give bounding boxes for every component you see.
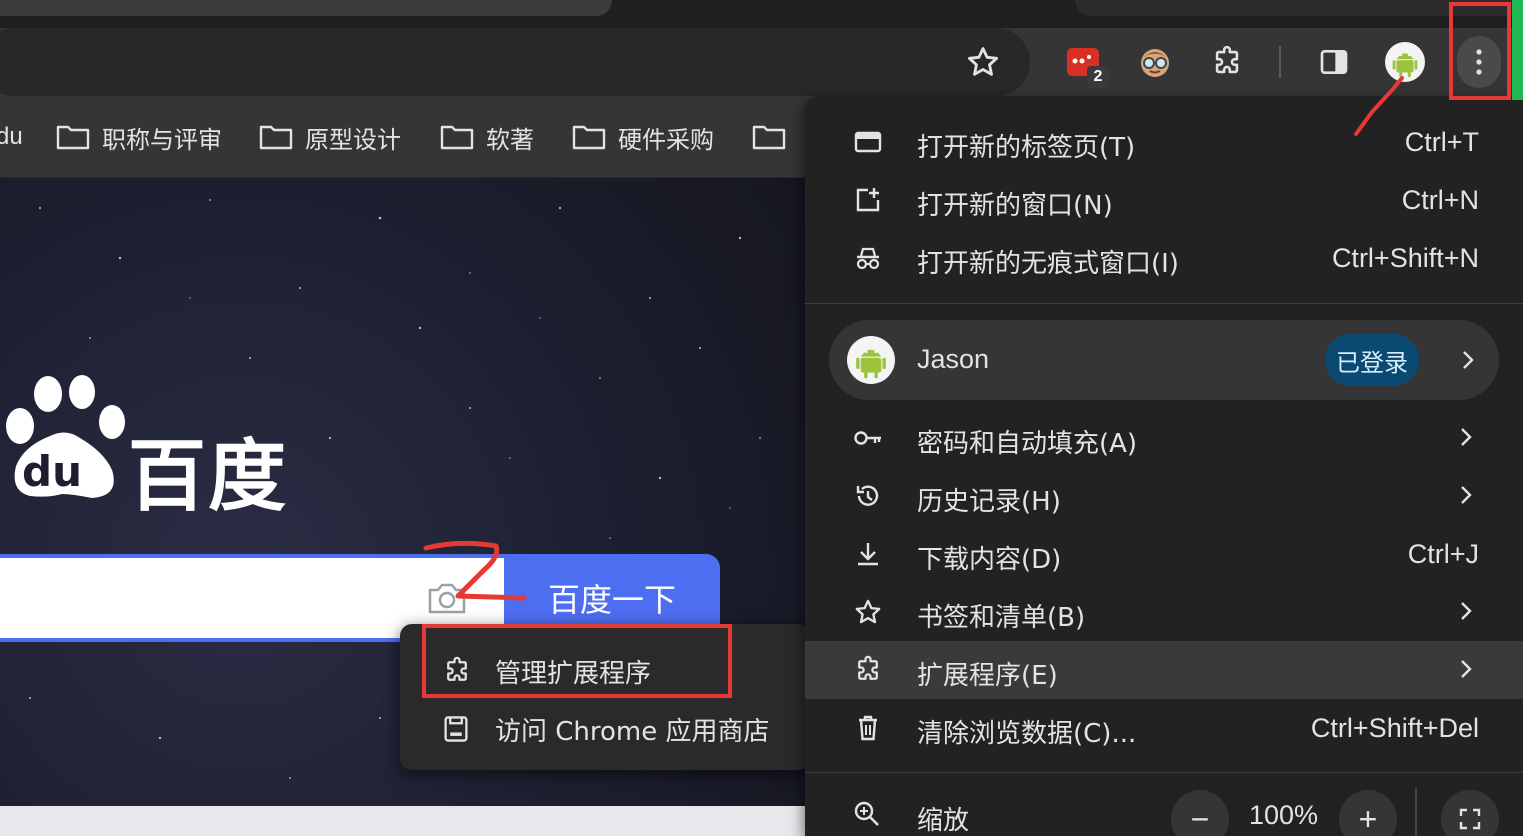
toolbar: 2 <box>0 28 1523 96</box>
baidu-paw-logo: du <box>6 375 125 498</box>
profile-row[interactable]: Jason 已登录 <box>829 320 1499 400</box>
key-icon <box>853 423 883 453</box>
tab[interactable] <box>0 0 612 16</box>
menu-item-incognito[interactable]: 打开新的无痕式窗口(I) Ctrl+Shift+N <box>805 229 1523 287</box>
menu-item-new-window[interactable]: 打开新的窗口(N) Ctrl+N <box>805 171 1523 229</box>
zoom-level: 100% <box>1249 800 1319 830</box>
chevron-right-icon <box>1461 602 1472 620</box>
extension-button[interactable]: 2 <box>1063 42 1109 88</box>
menu-item-bookmarks[interactable]: 书签和清单(B) <box>805 583 1523 641</box>
menu-item-history[interactable]: 历史记录(H) <box>805 467 1523 525</box>
menu-item-label: 密码和自动填充(A) <box>917 429 1138 459</box>
star-icon <box>853 597 883 627</box>
extension-button[interactable] <box>1135 42 1175 82</box>
history-icon <box>853 481 883 511</box>
menu-item-clear-data[interactable]: 清除浏览数据(C)... Ctrl+Shift+Del <box>805 699 1523 757</box>
profile-button[interactable] <box>1385 42 1425 82</box>
toolbar-divider <box>1279 46 1281 78</box>
folder-icon <box>259 125 293 150</box>
menu-item-new-tab[interactable]: 打开新的标签页(T) Ctrl+T <box>805 113 1523 171</box>
svg-text:du: du <box>22 447 82 496</box>
chevron-right-icon <box>1461 660 1472 678</box>
bookmark-folder-label: 原型设计 <box>305 126 401 154</box>
menu-shortcut: Ctrl+T <box>1404 127 1479 157</box>
side-panel-button[interactable] <box>1314 42 1354 82</box>
page-footer-strip <box>0 806 805 836</box>
star-icon <box>967 47 999 76</box>
profile-name: Jason <box>917 344 990 374</box>
menu-item-label: 打开新的窗口(N) <box>917 191 1113 221</box>
chevron-right-icon <box>1461 428 1472 446</box>
menu-item-label: 扩展程序(E) <box>917 661 1058 691</box>
folder-icon <box>440 125 474 150</box>
side-panel-icon <box>1320 50 1348 74</box>
annotation-box-manage <box>422 624 732 698</box>
zoom-out-button[interactable]: − <box>1171 790 1229 836</box>
tab-strip <box>0 0 1523 28</box>
bookmark-star-button[interactable] <box>963 42 1003 82</box>
puzzle-icon <box>853 655 883 685</box>
chevron-right-icon <box>1463 351 1474 369</box>
address-bar[interactable] <box>0 28 1030 96</box>
android-avatar-icon <box>847 336 895 384</box>
menu-shortcut: Ctrl+J <box>1407 539 1479 569</box>
web-store-icon <box>442 714 470 751</box>
annotation-box-menu <box>1449 2 1511 100</box>
menu-item-downloads[interactable]: 下载内容(D) Ctrl+J <box>805 525 1523 583</box>
menu-shortcut: Ctrl+Shift+N <box>1331 243 1479 273</box>
new-tab-icon <box>853 127 883 157</box>
zoom-divider <box>1415 788 1417 836</box>
bookmark-folder[interactable]: 职称与评审 <box>56 120 222 154</box>
chrome-web-store-item[interactable]: 访问 Chrome 应用商店 <box>400 700 810 758</box>
zoom-row: 缩放 − 100% + <box>805 788 1523 836</box>
bookmark-folder-label: 硬件采购 <box>618 126 714 154</box>
folder-icon <box>56 125 90 150</box>
bookmark-folder[interactable]: 原型设计 <box>259 120 401 154</box>
menu-item-label: 书签和清单(B) <box>917 603 1086 633</box>
zoom-icon <box>853 800 881 832</box>
folder-icon <box>572 125 606 150</box>
new-window-icon <box>853 185 883 215</box>
menu-item-label: 打开新的无痕式窗口(I) <box>917 249 1179 279</box>
face-extension-icon <box>1141 49 1169 77</box>
menu-separator <box>805 772 1523 773</box>
menu-item-passwords[interactable]: 密码和自动填充(A) <box>805 409 1523 467</box>
extension-badge: 2 <box>1087 66 1109 88</box>
extensions-menu-button[interactable] <box>1207 42 1247 82</box>
camera-search-button[interactable] <box>426 580 468 620</box>
fullscreen-icon <box>1459 808 1481 830</box>
zoom-in-button[interactable]: + <box>1339 790 1397 836</box>
android-avatar-icon <box>1385 42 1425 82</box>
bookmark-folder[interactable]: 软著 <box>440 120 534 154</box>
folder-icon <box>752 125 786 150</box>
zoom-label: 缩放 <box>917 806 970 836</box>
chrome-web-store-label: 访问 Chrome 应用商店 <box>495 716 770 747</box>
chevron-right-icon <box>1461 486 1472 504</box>
bookmark-item[interactable]: du <box>0 120 23 154</box>
bookmark-folder-label: 职称与评审 <box>102 126 222 154</box>
bookmark-folder[interactable]: 硬件采购 <box>572 120 714 154</box>
menu-item-label: 历史记录(H) <box>917 487 1061 517</box>
incognito-icon <box>853 243 883 273</box>
menu-item-extensions[interactable]: 扩展程序(E) <box>805 641 1523 699</box>
menu-separator <box>805 303 1523 304</box>
menu-item-label: 下载内容(D) <box>917 545 1062 575</box>
baidu-logo-text: 百度 <box>128 432 289 522</box>
chrome-main-menu: 打开新的标签页(T) Ctrl+T 打开新的窗口(N) Ctrl+N 打开新的无… <box>805 96 1523 836</box>
trash-icon <box>853 713 883 743</box>
menu-shortcut: Ctrl+Shift+Del <box>1310 713 1479 743</box>
signed-in-badge: 已登录 <box>1325 334 1419 386</box>
menu-shortcut: Ctrl+N <box>1401 185 1479 215</box>
bookmark-label: du <box>0 123 23 150</box>
bookmark-folder[interactable] <box>752 120 786 154</box>
puzzle-icon <box>1215 45 1239 74</box>
browser-window: { "bookmarks": { "partial_first": "du", … <box>0 0 1523 836</box>
camera-icon <box>428 583 466 614</box>
menu-item-label: 打开新的标签页(T) <box>917 133 1136 163</box>
bookmark-folder-label: 软著 <box>486 126 534 154</box>
window-edge-accent <box>1512 0 1523 100</box>
menu-item-label: 清除浏览数据(C)... <box>917 719 1137 749</box>
fullscreen-button[interactable] <box>1441 790 1499 836</box>
download-icon <box>853 539 883 569</box>
